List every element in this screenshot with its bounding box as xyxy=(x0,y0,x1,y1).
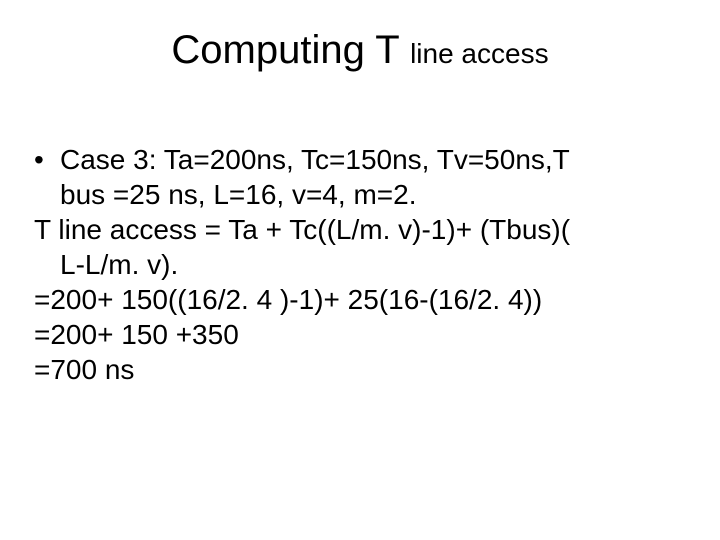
formula-line-1-cont: L-L/m. v). xyxy=(34,247,686,282)
bullet-line-1-cont: bus =25 ns, L=16, v=4, m=2. xyxy=(34,177,686,212)
formula-line-1: T line access = Ta + Tc((L/m. v)-1)+ (Tb… xyxy=(34,212,686,247)
calc-line-2: =200+ 150 +350 xyxy=(34,317,686,352)
calc-line-1: =200+ 150((16/2. 4 )-1)+ 25(16-(16/2. 4)… xyxy=(34,282,686,317)
title-main: Computing T xyxy=(171,28,410,72)
slide-body: Case 3: Ta=200ns, Tc=150ns, Tv=50ns,T bu… xyxy=(34,142,686,387)
title-subscript: line access xyxy=(410,38,549,69)
slide-title: Computing T line access xyxy=(0,28,720,73)
slide: Computing T line access Case 3: Ta=200ns… xyxy=(0,0,720,540)
result-line: =700 ns xyxy=(34,352,686,387)
bullet-line-1: Case 3: Ta=200ns, Tc=150ns, Tv=50ns,T xyxy=(34,142,686,177)
